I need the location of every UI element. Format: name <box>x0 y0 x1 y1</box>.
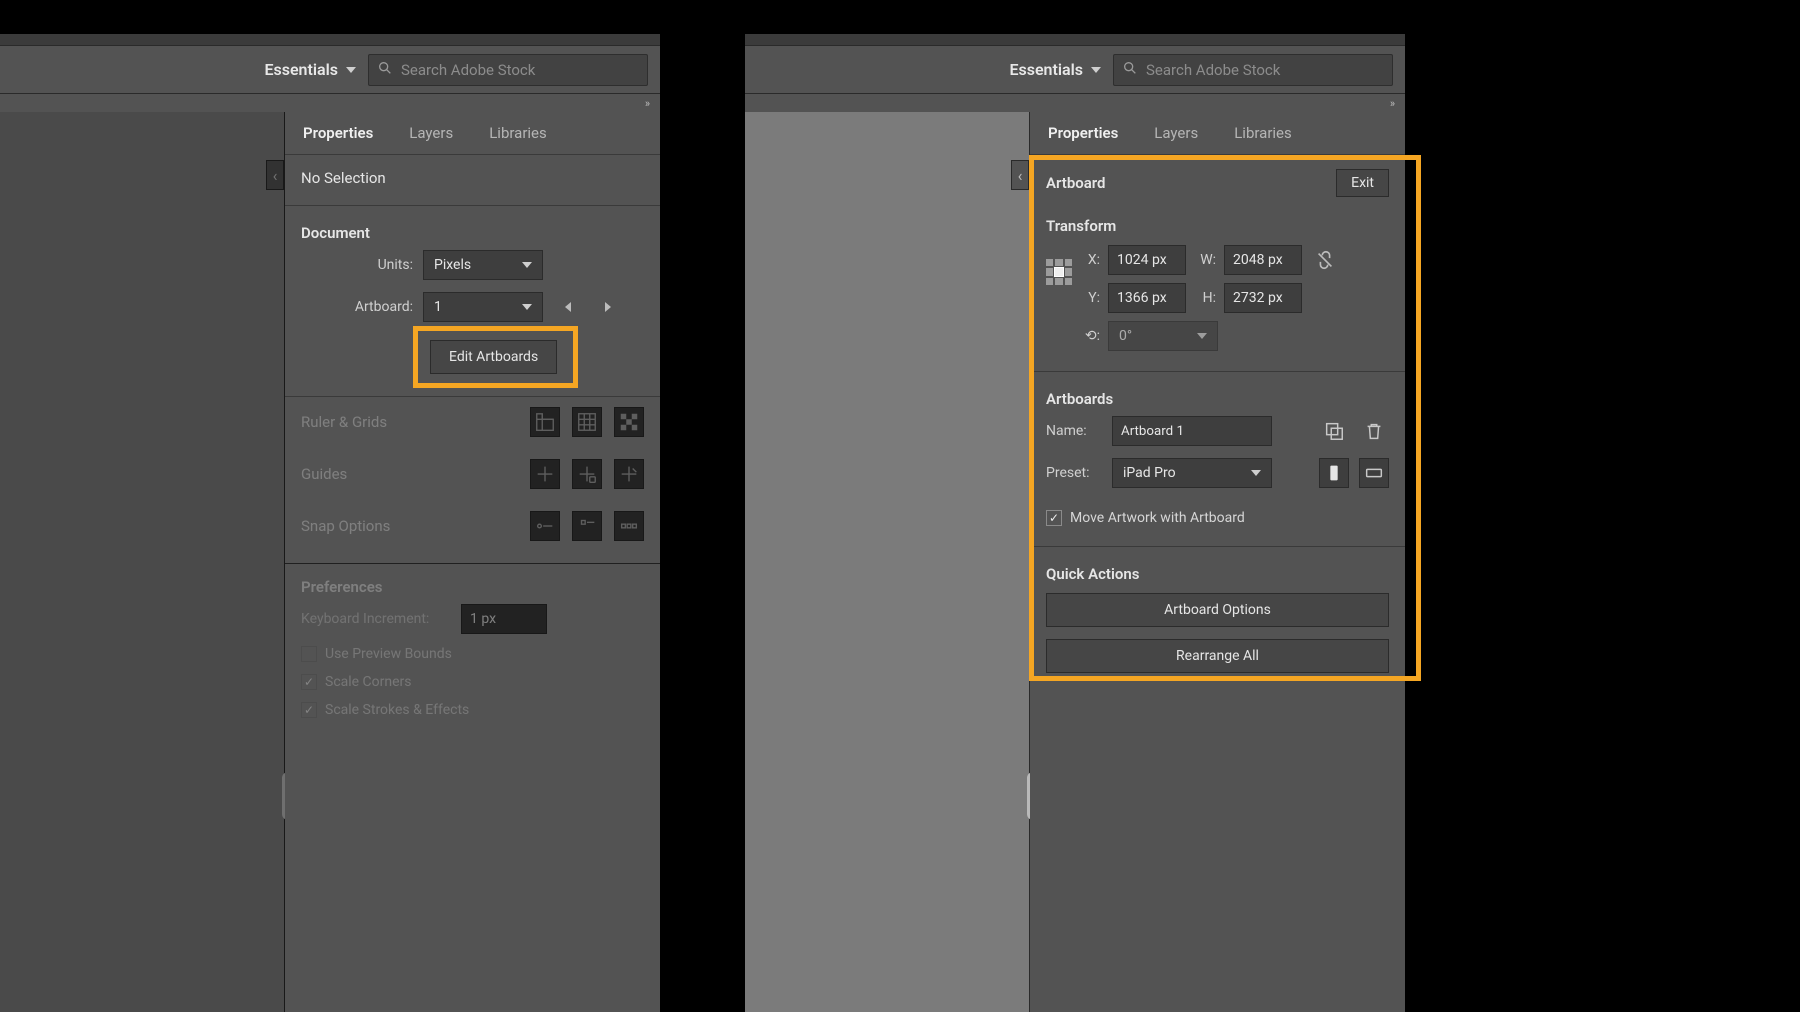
ruler-icon[interactable] <box>530 407 560 437</box>
artboard-index-select[interactable]: 1 <box>423 292 543 322</box>
panel-collapse-strip: » <box>0 94 660 112</box>
tab-layers[interactable]: Layers <box>391 112 471 154</box>
move-artwork-checkbox[interactable]: Move Artwork with Artboard <box>1030 494 1405 532</box>
guides-heading: Guides <box>301 465 347 483</box>
left-screenshot: Essentials Search Adobe Stock » ‹ Proper… <box>0 34 660 1012</box>
properties-panel: Properties Layers Libraries No Selection… <box>285 112 660 1012</box>
chevron-down-icon <box>1251 470 1261 476</box>
top-app-bar: Essentials Search Adobe Stock <box>745 46 1405 94</box>
chevron-down-icon <box>1091 67 1101 73</box>
scale-strokes-checkbox[interactable]: Scale Strokes & Effects <box>285 696 660 724</box>
search-placeholder: Search Adobe Stock <box>1146 61 1280 79</box>
transform-heading: Transform <box>1030 203 1405 237</box>
artboards-heading: Artboards <box>1030 376 1405 410</box>
kbd-increment-input[interactable]: 1 px <box>461 604 547 634</box>
panel-tabs: Properties Layers Libraries <box>1030 112 1405 155</box>
smart-guides-icon[interactable] <box>614 459 644 489</box>
checkbox-checked-icon <box>301 702 317 718</box>
tab-libraries[interactable]: Libraries <box>1216 112 1310 154</box>
transparency-grid-icon[interactable] <box>614 407 644 437</box>
properties-panel: Properties Layers Libraries Artboard Exi… <box>1030 112 1405 1012</box>
transform-w-input[interactable]: 2048 px <box>1224 245 1302 275</box>
edit-artboards-button[interactable]: Edit Artboards <box>430 340 557 374</box>
panel-collapse-strip: » <box>745 94 1405 112</box>
search-input[interactable]: Search Adobe Stock <box>1113 54 1393 86</box>
transform-h-input[interactable]: 2732 px <box>1224 283 1302 313</box>
rearrange-all-button[interactable]: Rearrange All <box>1046 639 1389 673</box>
workspace-label: Essentials <box>264 60 338 79</box>
link-wh-icon[interactable] <box>1310 245 1340 275</box>
exit-artboard-button[interactable]: Exit <box>1336 169 1389 197</box>
ruler-grids-heading: Ruler & Grids <box>301 413 387 431</box>
checkbox-icon <box>301 646 317 662</box>
right-screenshot: Essentials Search Adobe Stock » ‹ Proper… <box>745 34 1405 1012</box>
snap-grid-icon[interactable] <box>572 511 602 541</box>
new-artboard-icon[interactable] <box>1319 416 1349 446</box>
panel-tabs: Properties Layers Libraries <box>285 112 660 155</box>
quick-actions-heading: Quick Actions <box>1030 551 1405 585</box>
guides-toggle-icon[interactable] <box>530 459 560 489</box>
context-label: Artboard <box>1046 174 1106 192</box>
workspace-label: Essentials <box>1009 60 1083 79</box>
orientation-landscape-icon[interactable] <box>1359 458 1389 488</box>
artboard-options-button[interactable]: Artboard Options <box>1046 593 1389 627</box>
artboard-label: Artboard: <box>301 299 413 315</box>
transform-x-input[interactable]: 1024 px <box>1108 245 1186 275</box>
snap-heading: Snap Options <box>301 517 390 535</box>
transform-rotate-input[interactable]: 0° <box>1108 321 1218 351</box>
checkbox-checked-icon <box>1046 510 1062 526</box>
tab-libraries[interactable]: Libraries <box>471 112 565 154</box>
preferences-heading: Preferences <box>285 568 660 598</box>
snap-pixel-icon[interactable] <box>614 511 644 541</box>
guides-lock-icon[interactable] <box>572 459 602 489</box>
workspace-switcher[interactable]: Essentials <box>264 60 356 79</box>
chevron-down-icon <box>522 304 532 310</box>
chevron-down-icon <box>522 262 532 268</box>
use-preview-bounds-checkbox[interactable]: Use Preview Bounds <box>285 640 660 668</box>
search-icon <box>377 60 393 80</box>
search-placeholder: Search Adobe Stock <box>401 61 535 79</box>
panel-collapse-handle[interactable]: ‹ <box>266 160 284 190</box>
snap-point-icon[interactable] <box>530 511 560 541</box>
units-label: Units: <box>301 257 413 273</box>
panel-collapse-handle[interactable]: ‹ <box>1011 160 1029 190</box>
rotate-icon: ⟲: <box>1078 328 1100 344</box>
tab-layers[interactable]: Layers <box>1136 112 1216 154</box>
selection-status: No Selection <box>285 155 660 201</box>
grid-icon[interactable] <box>572 407 602 437</box>
workspace-switcher[interactable]: Essentials <box>1009 60 1101 79</box>
top-app-bar: Essentials Search Adobe Stock <box>0 46 660 94</box>
kbd-increment-label: Keyboard Increment: <box>301 611 451 627</box>
scale-corners-checkbox[interactable]: Scale Corners <box>285 668 660 696</box>
canvas-area[interactable]: ‹ <box>745 112 1030 1012</box>
tab-properties[interactable]: Properties <box>1030 112 1136 154</box>
dimmed-sections: Ruler & Grids Guides <box>285 401 660 724</box>
search-input[interactable]: Search Adobe Stock <box>368 54 648 86</box>
tab-properties[interactable]: Properties <box>285 112 391 154</box>
search-icon <box>1122 60 1138 80</box>
prev-artboard-button[interactable] <box>553 292 583 322</box>
next-artboard-button[interactable] <box>593 292 623 322</box>
reference-point-selector[interactable] <box>1046 245 1072 285</box>
artboard-preset-select[interactable]: iPad Pro <box>1112 458 1272 488</box>
triangle-left-icon <box>565 302 571 312</box>
artboard-name-input[interactable] <box>1112 416 1272 446</box>
window-chrome <box>745 34 1405 46</box>
canvas-area[interactable]: ‹ <box>0 112 285 1012</box>
transform-y-input[interactable]: 1366 px <box>1108 283 1186 313</box>
document-heading: Document <box>285 210 660 244</box>
chevron-down-icon <box>346 67 356 73</box>
checkbox-checked-icon <box>301 674 317 690</box>
chevron-down-icon <box>1197 333 1207 339</box>
triangle-right-icon <box>605 302 611 312</box>
orientation-portrait-icon[interactable] <box>1319 458 1349 488</box>
units-select[interactable]: Pixels <box>423 250 543 280</box>
delete-artboard-icon[interactable] <box>1359 416 1389 446</box>
window-chrome <box>0 34 660 46</box>
